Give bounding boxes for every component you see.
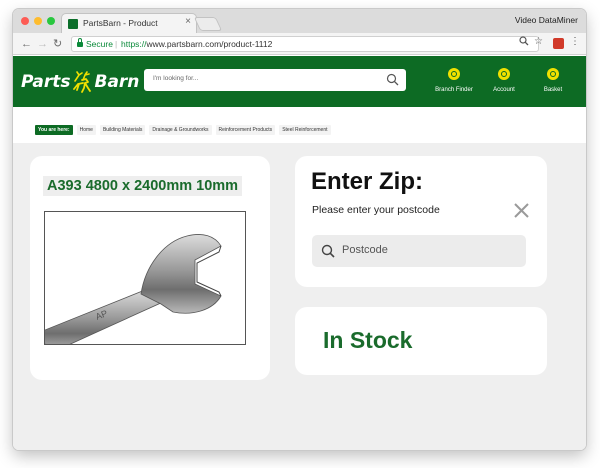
postcode-placeholder: Postcode [342,244,388,256]
menu-icon[interactable]: ⋮ [570,35,580,49]
tab-strip: PartsBarn - Product × Video DataMiner [13,9,586,33]
address-bar[interactable]: Secure | https://www.partsbarn.com/produ… [71,36,539,52]
breadcrumb-item-drainage[interactable]: Drainage & Groundworks [149,125,212,135]
browser-toolbar: ← → ↻ Secure | https://www.partsbarn.com… [13,33,586,55]
breadcrumb: You are here: Home Building Materials Dr… [35,125,331,135]
postcode-input[interactable]: Postcode [312,235,526,267]
basket-label: Basket [543,87,563,93]
zoom-icon[interactable] [519,36,529,51]
main-content: A393 4800 x 2400mm 10mm AP Enter Zip: Pl… [13,143,586,450]
back-icon[interactable]: ← [21,37,32,51]
stock-panel: In Stock [295,307,547,375]
close-icon[interactable] [513,202,530,219]
maximize-window-button[interactable] [47,17,55,25]
zip-subtitle: Please enter your postcode [312,204,440,216]
breadcrumb-item-reinforcement[interactable]: Reinforcement Products [215,125,276,135]
favicon-icon [68,19,78,29]
lock-icon [77,38,83,47]
breadcrumb-bar: You are here: Home Building Materials Dr… [13,107,586,147]
search-icon [321,244,335,258]
breadcrumb-here-label: You are here: [35,125,73,135]
url-text[interactable]: https://www.partsbarn.com/product-1112 [121,39,272,49]
stock-status: In Stock [323,327,413,353]
bookmark-star-icon[interactable]: ☆ [534,35,543,49]
close-window-button[interactable] [21,17,29,25]
tab-title: PartsBarn - Product [83,18,158,28]
browser-window: PartsBarn - Product × Video DataMiner ← … [13,9,586,450]
basket-icon [547,68,559,80]
basket-button[interactable]: Basket [523,68,583,93]
breadcrumb-item-home[interactable]: Home [76,125,96,135]
tab-close-icon[interactable]: × [185,17,191,27]
search-placeholder: I'm looking for... [153,75,199,82]
reload-icon[interactable]: ↻ [53,37,62,51]
product-image[interactable]: AP [44,211,246,345]
location-icon [448,68,460,80]
product-card: A393 4800 x 2400mm 10mm AP [30,156,270,380]
minimize-window-button[interactable] [34,17,42,25]
breadcrumb-item-building-materials[interactable]: Building Materials [99,125,146,135]
site-search-input[interactable]: I'm looking for... [144,69,406,91]
url-separator: | [115,39,118,49]
forward-icon[interactable]: → [37,37,48,51]
site-logo[interactable]: Parts Barn [21,70,139,94]
wrench-image: AP [45,234,222,344]
new-tab-button[interactable] [193,17,223,31]
search-icon[interactable] [386,73,399,86]
zip-title: Enter Zip: [311,168,423,195]
extension-icon[interactable] [553,38,564,49]
breadcrumb-item-steel[interactable]: Steel Reinforcement [279,125,331,135]
browser-tab[interactable]: PartsBarn - Product × [61,13,197,33]
secure-label: Secure [86,39,113,49]
site-header: Parts Barn I'm looking for... Branch Fin… [13,56,586,107]
profile-name[interactable]: Video DataMiner [515,15,578,25]
zip-panel: Enter Zip: Please enter your postcode Po… [295,156,547,287]
deer-logo-icon [73,71,92,93]
product-title: A393 4800 x 2400mm 10mm [43,176,243,196]
account-icon [498,68,510,80]
